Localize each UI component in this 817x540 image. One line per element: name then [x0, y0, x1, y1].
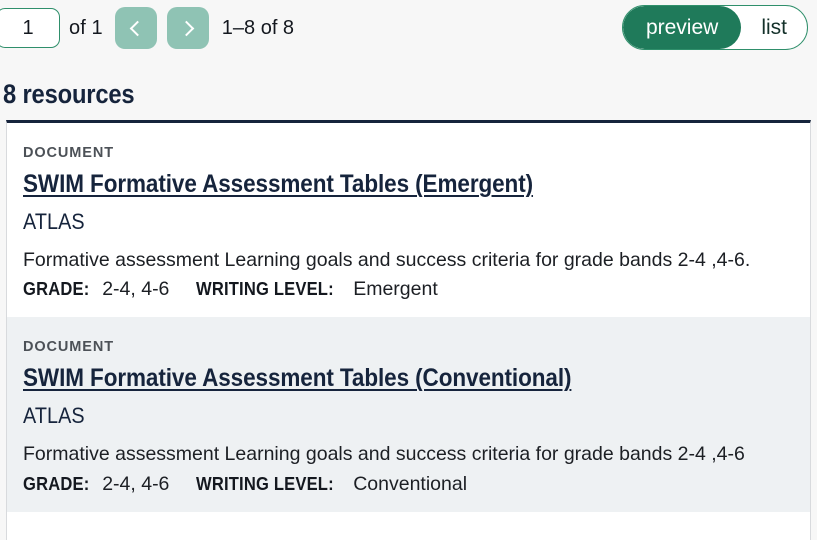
results-toolbar: of 1 1–8 of 8 preview list	[0, 0, 817, 56]
result-card: DOCUMENT SWIM Formative Assessment Table…	[7, 317, 810, 512]
result-type-label: DOCUMENT	[23, 145, 114, 161]
search-results-page: of 1 1–8 of 8 preview list 8 resources D…	[0, 0, 817, 540]
result-metadata-row: GRADE: 2-4, 4-6 WRITING LEVEL: Conventio…	[23, 473, 794, 496]
result-source-label: ATLAS	[23, 209, 85, 234]
pagination-controls: of 1 1–8 of 8	[0, 7, 294, 49]
writing-level-label: WRITING LEVEL:	[196, 473, 335, 494]
results-list: DOCUMENT SWIM Formative Assessment Table…	[6, 120, 811, 540]
result-description: Formative assessment Learning goals and …	[23, 249, 751, 271]
chevron-right-icon	[178, 20, 195, 36]
result-type-label: DOCUMENT	[23, 339, 114, 356]
grade-value: 2-4, 4-6	[102, 472, 170, 495]
view-mode-list-button[interactable]: list	[741, 6, 807, 49]
page-number-input[interactable]	[0, 8, 60, 48]
writing-level-label: WRITING LEVEL:	[196, 279, 335, 300]
writing-level-value: Conventional	[353, 472, 468, 495]
results-count-heading: 8 resources	[3, 79, 135, 109]
result-card: DOCUMENT SWIM Formative Assessment Table…	[7, 123, 810, 318]
view-mode-toggle: preview list	[621, 5, 808, 50]
view-mode-preview-button[interactable]: preview	[622, 6, 742, 49]
result-title-link[interactable]: SWIM Formative Assessment Tables (Conven…	[23, 364, 571, 393]
result-source-label: ATLAS	[23, 403, 85, 429]
total-pages-label: of 1	[69, 16, 103, 39]
next-page-button[interactable]	[166, 7, 209, 49]
result-description: Formative assessment Learning goals and …	[23, 443, 745, 466]
result-title-link[interactable]: SWIM Formative Assessment Tables (Emerge…	[23, 170, 533, 199]
result-range-label: 1–8 of 8	[221, 16, 295, 39]
grade-label: GRADE:	[23, 473, 90, 494]
result-metadata-row: GRADE: 2-4, 4-6 WRITING LEVEL: Emergent	[23, 278, 794, 301]
previous-page-button[interactable]	[114, 7, 157, 49]
writing-level-value: Emergent	[353, 278, 438, 301]
chevron-left-icon	[129, 20, 146, 36]
grade-label: GRADE:	[23, 279, 90, 300]
grade-value: 2-4, 4-6	[102, 278, 170, 301]
